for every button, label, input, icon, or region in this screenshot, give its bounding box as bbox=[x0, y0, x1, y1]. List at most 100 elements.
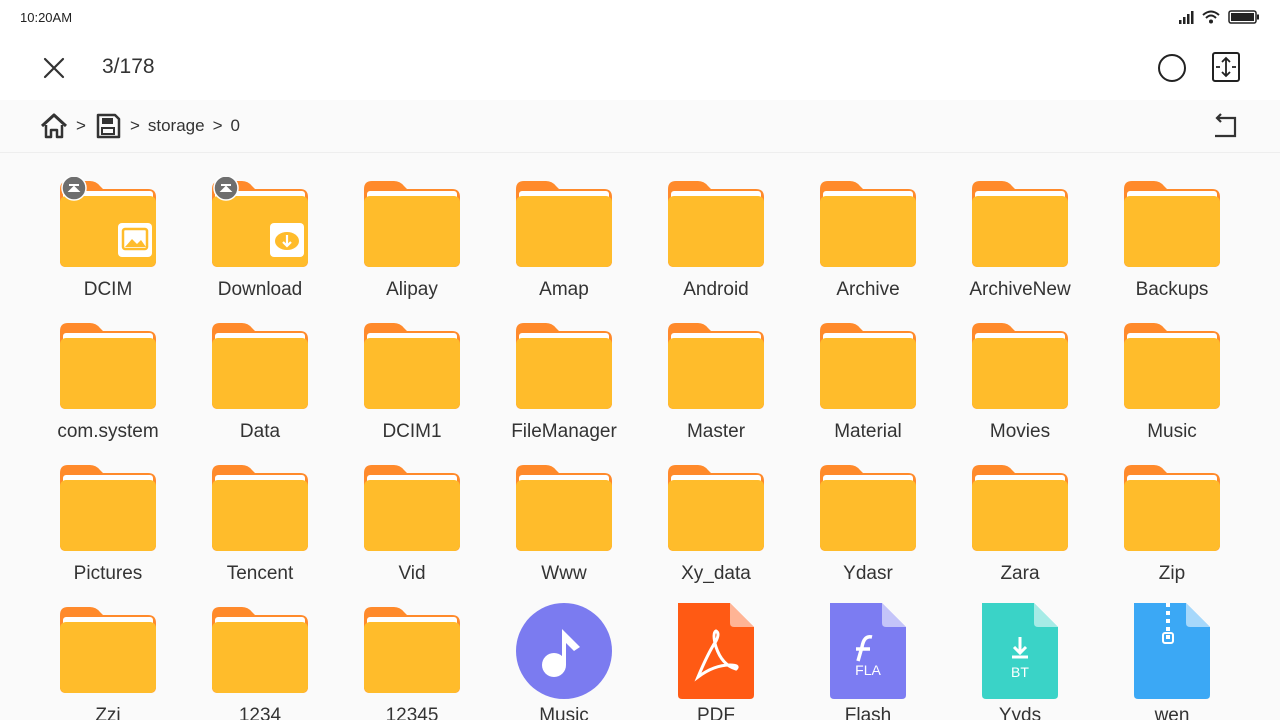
folder-icon bbox=[212, 175, 308, 273]
file-name: DCIM bbox=[83, 279, 133, 300]
folder-icon bbox=[668, 177, 764, 273]
file-tile[interactable]: Tencent bbox=[184, 441, 336, 584]
file-tile[interactable]: ArchiveNew bbox=[944, 157, 1096, 300]
file-name: Amap bbox=[539, 279, 589, 300]
breadcrumb-item-storage[interactable]: storage bbox=[148, 116, 205, 136]
signal-icon bbox=[1179, 11, 1194, 24]
folder-icon bbox=[60, 461, 156, 557]
file-tile[interactable]: Vid bbox=[336, 441, 488, 584]
folder-icon bbox=[364, 319, 460, 415]
file-tile[interactable]: DCIM1 bbox=[336, 299, 488, 442]
file-name: Music bbox=[1147, 421, 1197, 442]
file-name: Zara bbox=[1000, 563, 1040, 584]
file-name: Android bbox=[683, 279, 749, 300]
breadcrumb-separator: > bbox=[212, 116, 223, 135]
file-tile[interactable]: Xy_data bbox=[640, 441, 792, 584]
file-tile[interactable]: FLA Flash bbox=[792, 583, 944, 720]
file-name: Zzi bbox=[95, 705, 121, 720]
file-tile[interactable]: Ydasr bbox=[792, 441, 944, 584]
file-tile[interactable]: com.system bbox=[32, 299, 184, 442]
file-tile[interactable]: Master bbox=[640, 299, 792, 442]
status-icons bbox=[1178, 10, 1260, 24]
file-name: Pictures bbox=[73, 563, 143, 584]
file-grid: DCIM Download Alipay Amap Android Archive Arch… bbox=[0, 153, 1280, 720]
file-tile[interactable]: Archive bbox=[792, 157, 944, 300]
sort-icon bbox=[1212, 52, 1240, 82]
file-tile[interactable]: Music bbox=[488, 583, 640, 720]
file-tile[interactable]: wen bbox=[1096, 583, 1248, 720]
file-tile[interactable]: Movies bbox=[944, 299, 1096, 442]
svg-text:FLA: FLA bbox=[855, 662, 881, 678]
file-name: Www bbox=[541, 563, 587, 584]
file-name: Flash bbox=[844, 705, 892, 720]
folder-icon bbox=[212, 319, 308, 415]
file-tile[interactable]: 12345 bbox=[336, 583, 488, 720]
file-tile[interactable]: Zara bbox=[944, 441, 1096, 584]
folder-icon bbox=[60, 319, 156, 415]
file-name: Vid bbox=[398, 563, 426, 584]
file-tile[interactable]: Download bbox=[184, 157, 336, 300]
back-button[interactable] bbox=[1210, 112, 1240, 142]
sort-button[interactable] bbox=[1210, 51, 1242, 83]
file-tile[interactable]: DCIM bbox=[32, 157, 184, 300]
file-tile[interactable]: Backups bbox=[1096, 157, 1248, 300]
file-name: Xy_data bbox=[681, 563, 751, 584]
file-tile[interactable]: Android bbox=[640, 157, 792, 300]
folder-icon bbox=[212, 603, 308, 699]
zip-file-icon bbox=[1124, 603, 1220, 699]
flash-file-icon: FLA bbox=[820, 603, 916, 699]
folder-icon bbox=[516, 461, 612, 557]
file-name: Tencent bbox=[226, 563, 294, 584]
folder-icon bbox=[60, 603, 156, 699]
file-tile[interactable]: PDF bbox=[640, 583, 792, 720]
folder-icon bbox=[668, 319, 764, 415]
breadcrumb-separator: > bbox=[129, 116, 140, 135]
folder-icon bbox=[516, 319, 612, 415]
file-name: Movies bbox=[989, 421, 1051, 442]
file-tile[interactable]: Zip bbox=[1096, 441, 1248, 584]
battery-icon bbox=[1228, 10, 1259, 24]
file-name: 12345 bbox=[385, 705, 439, 720]
file-tile[interactable]: Alipay bbox=[336, 157, 488, 300]
select-all-button[interactable] bbox=[1156, 52, 1188, 84]
file-tile[interactable]: Pictures bbox=[32, 441, 184, 584]
circle-select-icon bbox=[1158, 54, 1186, 82]
folder-icon bbox=[972, 319, 1068, 415]
svg-text:BT: BT bbox=[1011, 664, 1029, 680]
wifi-icon bbox=[1202, 10, 1220, 24]
breadcrumb-item-0[interactable]: 0 bbox=[231, 116, 240, 136]
file-tile[interactable]: Data bbox=[184, 299, 336, 442]
close-icon bbox=[43, 57, 65, 79]
file-tile[interactable]: FileManager bbox=[488, 299, 640, 442]
file-name: 1234 bbox=[238, 705, 282, 720]
folder-icon bbox=[1124, 461, 1220, 557]
folder-icon bbox=[820, 319, 916, 415]
pin-icon bbox=[61, 175, 87, 201]
folder-icon bbox=[364, 461, 460, 557]
folder-icon bbox=[1124, 319, 1220, 415]
file-name: com.system bbox=[57, 421, 159, 442]
music-file-icon bbox=[516, 603, 612, 699]
image-icon bbox=[118, 223, 152, 257]
file-tile[interactable]: Zzi bbox=[32, 583, 184, 720]
file-tile[interactable]: Material bbox=[792, 299, 944, 442]
file-name: Download bbox=[217, 279, 303, 300]
file-tile[interactable]: BT Yyds bbox=[944, 583, 1096, 720]
file-tile[interactable]: Www bbox=[488, 441, 640, 584]
folder-icon bbox=[60, 175, 156, 273]
close-button[interactable] bbox=[38, 52, 70, 84]
breadcrumb: > > storage > 0 bbox=[40, 112, 240, 140]
file-name: Zip bbox=[1158, 563, 1186, 584]
pin-icon bbox=[213, 175, 239, 201]
storage-device-icon bbox=[96, 113, 121, 139]
file-tile[interactable]: Music bbox=[1096, 299, 1248, 442]
file-tile[interactable]: Amap bbox=[488, 157, 640, 300]
home-crumb[interactable] bbox=[40, 112, 68, 140]
file-name: Master bbox=[686, 421, 746, 442]
home-icon bbox=[40, 113, 68, 139]
file-tile[interactable]: 1234 bbox=[184, 583, 336, 720]
return-icon bbox=[1215, 113, 1237, 138]
folder-icon bbox=[1124, 177, 1220, 273]
file-name: Data bbox=[239, 421, 281, 442]
storage-device-crumb[interactable] bbox=[94, 112, 122, 140]
